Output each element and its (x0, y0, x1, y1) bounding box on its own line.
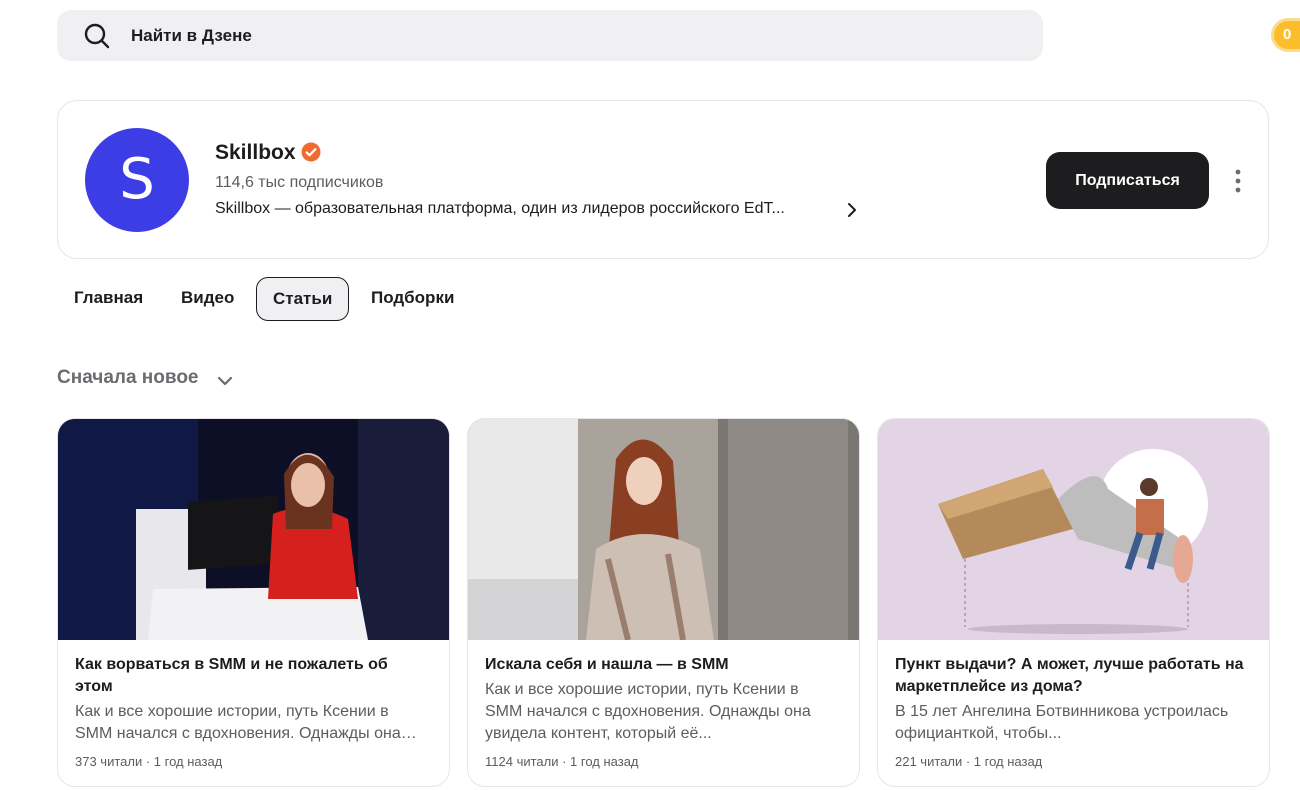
article-title[interactable]: Искала себя и нашла — в SMM (485, 654, 835, 676)
article-snippet: Как и все хорошие истории, путь Ксении в… (485, 681, 811, 742)
article-card[interactable]: Пункт выдачи? А может, лучше работать на… (877, 418, 1270, 787)
verified-icon (301, 142, 321, 162)
tab-collections[interactable]: Подборки (355, 277, 470, 321)
channel-header: S Skillbox 114,6 тыс подписчиков Skillbo… (57, 100, 1269, 259)
article-image[interactable] (468, 419, 860, 640)
article-meta: 221 читали · 1 год назад (895, 754, 1043, 769)
channel-description[interactable]: Skillbox — образовательная платформа, од… (215, 200, 785, 218)
tab-video[interactable]: Видео (165, 277, 250, 321)
search-bar[interactable] (57, 10, 1043, 61)
article-snippet: В 15 лет Ангелина Ботвинникова устроилас… (895, 703, 1229, 742)
channel-name[interactable]: Skillbox (215, 141, 296, 165)
chevron-down-icon[interactable] (216, 374, 234, 388)
article-title[interactable]: Пункт выдачи? А может, лучше работать на… (895, 654, 1245, 698)
article-title[interactable]: Как ворваться в SMM и не пожалеть об это… (75, 654, 425, 698)
subscriber-count: 114,6 тыс подписчиков (215, 174, 384, 191)
avatar[interactable]: S (85, 128, 189, 232)
article-card[interactable]: Как ворваться в SMM и не пожалеть об это… (57, 418, 450, 787)
chevron-right-icon[interactable] (845, 201, 859, 219)
article-meta: 1124 читали · 1 год назад (485, 754, 639, 769)
sort-dropdown[interactable]: Сначала новое (57, 367, 199, 389)
article-card[interactable]: Искала себя и нашла — в SMM Как и все хо… (467, 418, 860, 787)
article-meta: 373 читали · 1 год назад (75, 754, 223, 769)
article-image[interactable] (878, 419, 1270, 640)
more-options-icon[interactable] (1230, 168, 1246, 194)
search-icon (84, 23, 110, 49)
tab-main[interactable]: Главная (58, 277, 159, 321)
search-input[interactable] (131, 10, 1011, 61)
subscribe-button[interactable]: Подписаться (1046, 152, 1209, 209)
coin-badge[interactable]: 0 (1271, 18, 1300, 52)
tab-articles[interactable]: Статьи (256, 277, 350, 321)
article-snippet: Как и все хорошие истории, путь Ксении в… (75, 703, 401, 742)
article-image[interactable] (58, 419, 450, 640)
